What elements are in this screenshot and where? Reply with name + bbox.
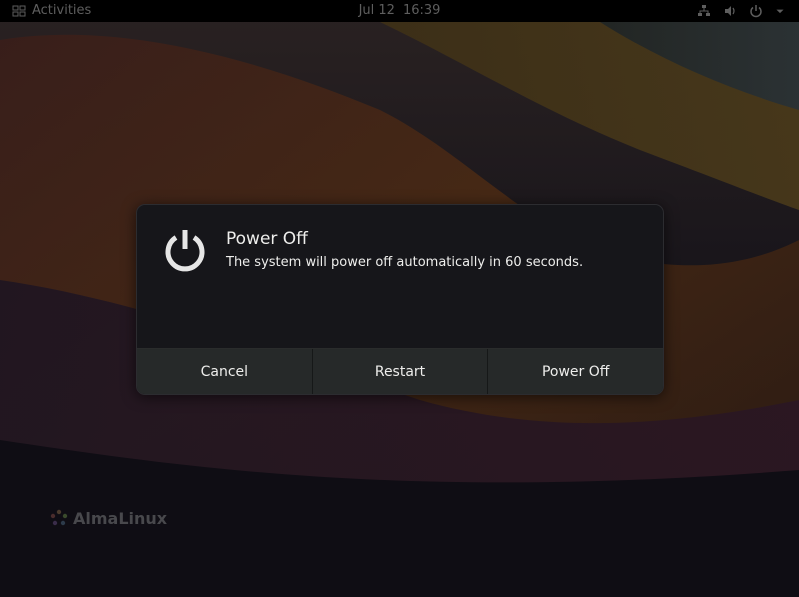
desktop: Activities Jul 12 16:39 Power Off The sy… [0,0,799,597]
network-icon [698,5,710,16]
clock[interactable]: Jul 12 16:39 [0,0,799,22]
almalinux-logo-icon [50,509,68,526]
clock-date: Jul 12 [358,3,395,18]
cancel-button[interactable]: Cancel [137,349,313,394]
dialog-message: The system will power off automatically … [226,255,584,270]
restart-button[interactable]: Restart [312,349,489,394]
power-off-dialog: Power Off The system will power off auto… [136,204,664,395]
dialog-button-bar: Cancel Restart Power Off [137,348,663,394]
dialog-content: Power Off The system will power off auto… [137,205,663,348]
clock-time: 16:39 [402,3,441,18]
power-icon [750,5,762,18]
brand-name: AlmaLinux [73,508,168,528]
volume-icon [725,6,735,16]
power-off-button[interactable]: Power Off [488,349,663,394]
system-tray[interactable] [697,0,785,22]
top-bar: Activities Jul 12 16:39 [0,0,799,22]
brand-watermark: AlmaLinux [49,508,167,528]
chevron-down-icon [776,9,784,14]
power-icon [165,230,205,272]
dialog-title: Power Off [226,229,308,249]
